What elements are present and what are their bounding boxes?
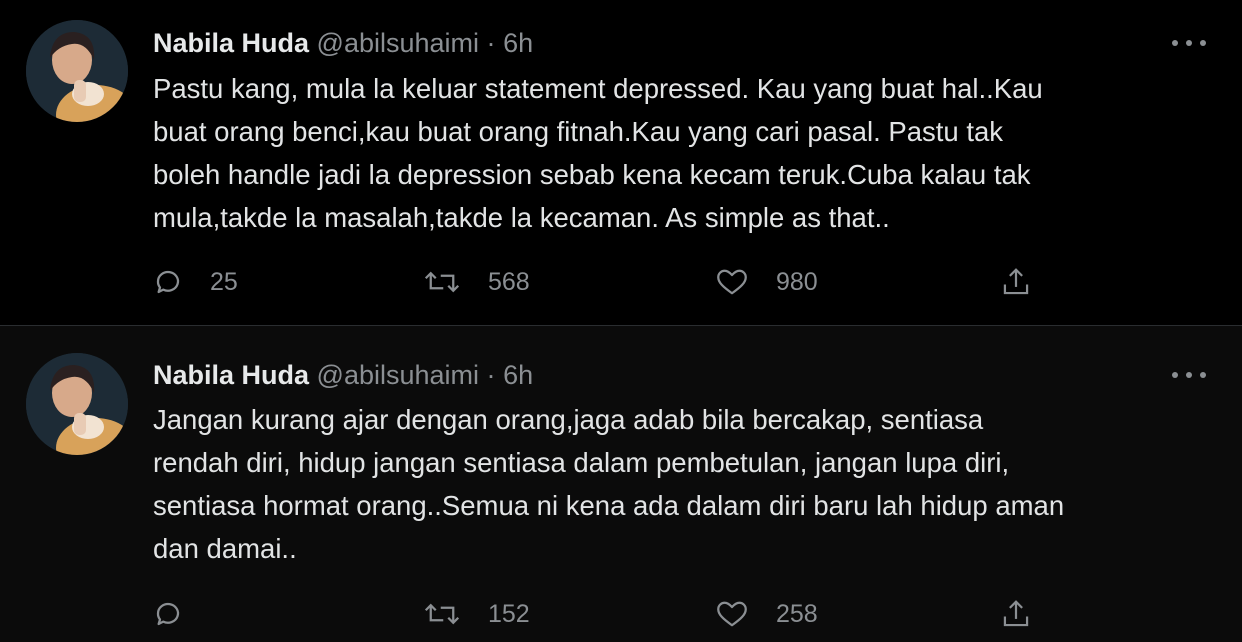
retweet-arrows-icon [424,271,460,293]
more-dots-icon[interactable] [1172,38,1206,48]
heart-icon [717,269,747,295]
dot [1186,40,1192,46]
speech-bubble-icon [156,602,180,626]
like-button[interactable]: 258 [715,594,818,634]
tweet-header: Nabila Huda @abilsuhaimi · 6h [153,359,533,391]
tweet-header: Nabila Huda @abilsuhaimi · 6h [153,27,533,59]
tweet-actions: 25 568 980 [153,262,1053,302]
share-upload-icon [1003,600,1029,627]
reply-count: 25 [210,267,238,296]
dot [1186,372,1192,378]
reply-button[interactable]: 25 [153,262,238,302]
tweet-timeline: Nabila Huda @abilsuhaimi · 6h Pastu kang… [0,0,1242,642]
tweet-card[interactable]: Nabila Huda @abilsuhaimi · 6h Jangan kur… [0,326,1242,642]
tweet-text: Pastu kang, mula la keluar statement dep… [153,73,1043,233]
tweet-card[interactable]: Nabila Huda @abilsuhaimi · 6h Pastu kang… [0,0,1242,326]
author-handle[interactable]: @abilsuhaimi [317,28,479,58]
reply-button[interactable] [153,594,210,634]
dot [1172,372,1178,378]
avatar-photo-icon [26,353,128,455]
separator-dot: · [486,360,496,390]
avatar-photo-icon [26,20,128,122]
author-name[interactable]: Nabila Huda [153,28,309,58]
dot [1200,40,1206,46]
avatar[interactable] [26,20,128,122]
share-button[interactable] [1001,594,1031,634]
share-button[interactable] [1001,262,1031,302]
avatar[interactable] [26,353,128,455]
author-handle[interactable]: @abilsuhaimi [317,360,479,390]
retweet-button[interactable]: 568 [423,262,530,302]
like-count: 980 [776,267,818,296]
tweet-text: Jangan kurang ajar dengan orang,jaga ada… [153,404,1065,564]
tweet-timestamp[interactable]: 6h [503,28,533,58]
speech-bubble-icon [156,270,180,294]
tweet-actions: 152 258 [153,594,1053,634]
retweet-button[interactable]: 152 [423,594,530,634]
share-upload-icon [1003,268,1029,295]
heart-icon [717,601,747,627]
dot [1200,372,1206,378]
author-name[interactable]: Nabila Huda [153,360,309,390]
retweet-count: 152 [488,599,530,628]
retweet-arrows-icon [424,603,460,625]
retweet-count: 568 [488,267,530,296]
like-count: 258 [776,599,818,628]
like-button[interactable]: 980 [715,262,818,302]
more-dots-icon[interactable] [1172,370,1206,380]
dot [1172,40,1178,46]
tweet-timestamp[interactable]: 6h [503,360,533,390]
separator-dot: · [486,28,496,58]
